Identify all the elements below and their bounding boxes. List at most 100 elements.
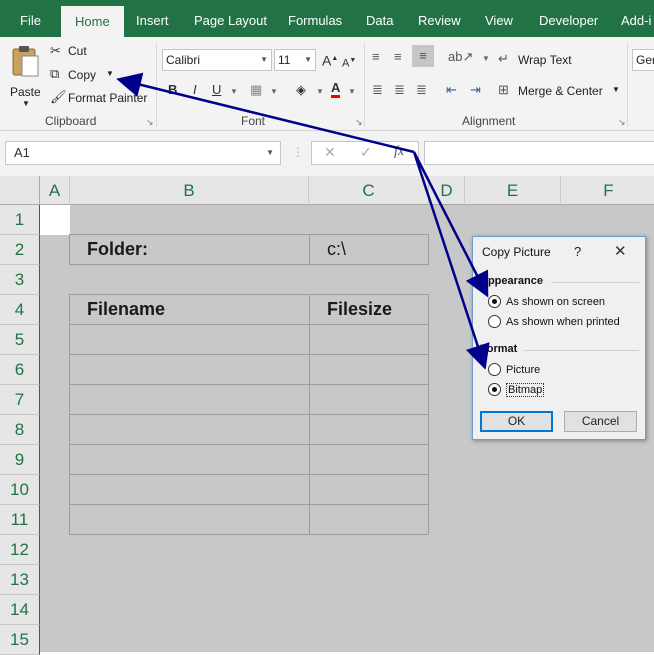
fill-dropdown-icon[interactable]: ▼: [316, 84, 324, 100]
active-cell-a1[interactable]: [40, 205, 70, 235]
copy-button[interactable]: ⧉ Copy ▼: [48, 66, 118, 84]
row-header-4[interactable]: 4: [0, 295, 40, 325]
filesize-header-cell[interactable]: Filesize: [309, 294, 429, 325]
row-header-2[interactable]: 2: [0, 235, 40, 265]
copy-dropdown-icon[interactable]: ▼: [106, 69, 114, 78]
name-box[interactable]: A1 ▼: [5, 141, 281, 165]
alignment-launcher-icon[interactable]: ↘: [618, 117, 626, 128]
column-header-c[interactable]: C: [309, 176, 429, 205]
clipboard-launcher-icon[interactable]: ↘: [146, 117, 154, 128]
font-launcher-icon[interactable]: ↘: [355, 117, 363, 128]
as-shown-on-screen-radio[interactable]: [488, 295, 501, 308]
column-header-e[interactable]: E: [465, 176, 561, 205]
table-cell[interactable]: [309, 444, 429, 475]
align-bottom-icon[interactable]: ≡: [412, 45, 434, 67]
row-header-6[interactable]: 6: [0, 355, 40, 385]
fill-color-icon[interactable]: ◈: [296, 82, 306, 98]
bold-button[interactable]: B: [168, 82, 177, 98]
confirm-entry-icon[interactable]: ✓: [360, 144, 372, 161]
column-header-f[interactable]: F: [561, 176, 654, 205]
merge-dropdown-icon[interactable]: ▼: [612, 85, 620, 94]
as-shown-on-screen-label[interactable]: As shown on screen: [506, 296, 605, 308]
picture-label[interactable]: Picture: [506, 364, 540, 376]
filename-header-cell[interactable]: Filename: [69, 294, 310, 325]
paste-button[interactable]: Paste ▼: [6, 43, 44, 113]
tab-page-layout[interactable]: Page Layout: [194, 0, 267, 37]
align-middle-icon[interactable]: ≡: [394, 49, 402, 65]
as-shown-when-printed-radio[interactable]: [488, 315, 501, 328]
table-cell[interactable]: [309, 504, 429, 535]
paste-dropdown-icon[interactable]: ▼: [22, 99, 30, 108]
column-header-d[interactable]: D: [429, 176, 465, 205]
bitmap-label[interactable]: Bitmap: [506, 383, 545, 397]
borders-icon[interactable]: ▦: [250, 82, 262, 98]
table-cell[interactable]: [309, 384, 429, 415]
wrap-text-button[interactable]: ↵ Wrap Text: [498, 51, 578, 69]
tab-review[interactable]: Review: [418, 0, 461, 37]
table-cell[interactable]: [69, 414, 310, 445]
table-cell[interactable]: [69, 444, 310, 475]
align-center-icon[interactable]: ≣: [394, 82, 405, 98]
table-cell[interactable]: [309, 474, 429, 505]
tab-insert[interactable]: Insert: [136, 0, 169, 37]
borders-dropdown-icon[interactable]: ▼: [270, 84, 278, 100]
tab-file[interactable]: File: [20, 0, 41, 37]
increase-indent-icon[interactable]: ⇥: [470, 82, 481, 98]
bitmap-radio[interactable]: [488, 383, 501, 396]
row-header-11[interactable]: 11: [0, 505, 40, 535]
font-color-dropdown-icon[interactable]: ▼: [348, 84, 356, 100]
table-cell[interactable]: [69, 504, 310, 535]
select-all-corner[interactable]: [0, 176, 40, 205]
row-header-14[interactable]: 14: [0, 595, 40, 625]
picture-radio[interactable]: [488, 363, 501, 376]
insert-function-icon[interactable]: fx: [394, 144, 404, 160]
orientation-icon[interactable]: ab↗: [448, 49, 473, 65]
column-header-b[interactable]: B: [70, 176, 309, 205]
format-painter-button[interactable]: 🖌 Format Painter: [48, 89, 152, 107]
row-header-3[interactable]: 3: [0, 265, 40, 295]
number-format-combo[interactable]: Ger: [632, 49, 654, 71]
row-header-7[interactable]: 7: [0, 385, 40, 415]
underline-button[interactable]: U: [212, 82, 221, 98]
italic-button[interactable]: I: [193, 82, 197, 98]
column-header-a[interactable]: A: [40, 176, 70, 205]
row-header-9[interactable]: 9: [0, 445, 40, 475]
table-cell[interactable]: [69, 384, 310, 415]
align-top-icon[interactable]: ≡: [372, 49, 380, 65]
font-size-combo[interactable]: 11 ▼: [274, 49, 316, 71]
formula-input[interactable]: [424, 141, 654, 165]
close-icon[interactable]: ✕: [614, 242, 627, 260]
table-cell[interactable]: [309, 354, 429, 385]
align-left-icon[interactable]: ≣: [372, 82, 383, 98]
table-cell[interactable]: [309, 414, 429, 445]
cancel-button[interactable]: Cancel: [564, 411, 637, 432]
table-cell[interactable]: [309, 324, 429, 355]
row-header-8[interactable]: 8: [0, 415, 40, 445]
tab-home[interactable]: Home: [61, 6, 124, 37]
tab-formulas[interactable]: Formulas: [288, 0, 342, 37]
increase-font-icon[interactable]: A▲: [322, 51, 338, 69]
row-header-15[interactable]: 15: [0, 625, 40, 655]
ok-button[interactable]: OK: [480, 411, 553, 432]
tab-view[interactable]: View: [485, 0, 513, 37]
row-header-12[interactable]: 12: [0, 535, 40, 565]
underline-dropdown-icon[interactable]: ▼: [230, 84, 238, 100]
folder-label-cell[interactable]: Folder:: [69, 234, 310, 265]
row-header-1[interactable]: 1: [0, 205, 40, 235]
table-cell[interactable]: [69, 474, 310, 505]
tab-add-ins[interactable]: Add-i: [621, 0, 651, 37]
help-icon[interactable]: ?: [574, 244, 581, 259]
tab-developer[interactable]: Developer: [539, 0, 598, 37]
folder-value-cell[interactable]: c:\: [309, 234, 429, 265]
table-cell[interactable]: [69, 324, 310, 355]
row-header-5[interactable]: 5: [0, 325, 40, 355]
row-header-13[interactable]: 13: [0, 565, 40, 595]
row-header-10[interactable]: 10: [0, 475, 40, 505]
orientation-dropdown-icon[interactable]: ▼: [482, 51, 490, 67]
font-name-combo[interactable]: Calibri ▼: [162, 49, 272, 71]
decrease-font-icon[interactable]: A▼: [342, 53, 356, 72]
align-right-icon[interactable]: ≣: [416, 82, 427, 98]
more-options-icon[interactable]: ⋮: [292, 145, 304, 159]
decrease-indent-icon[interactable]: ⇤: [446, 82, 457, 98]
font-color-button[interactable]: A: [331, 81, 341, 98]
